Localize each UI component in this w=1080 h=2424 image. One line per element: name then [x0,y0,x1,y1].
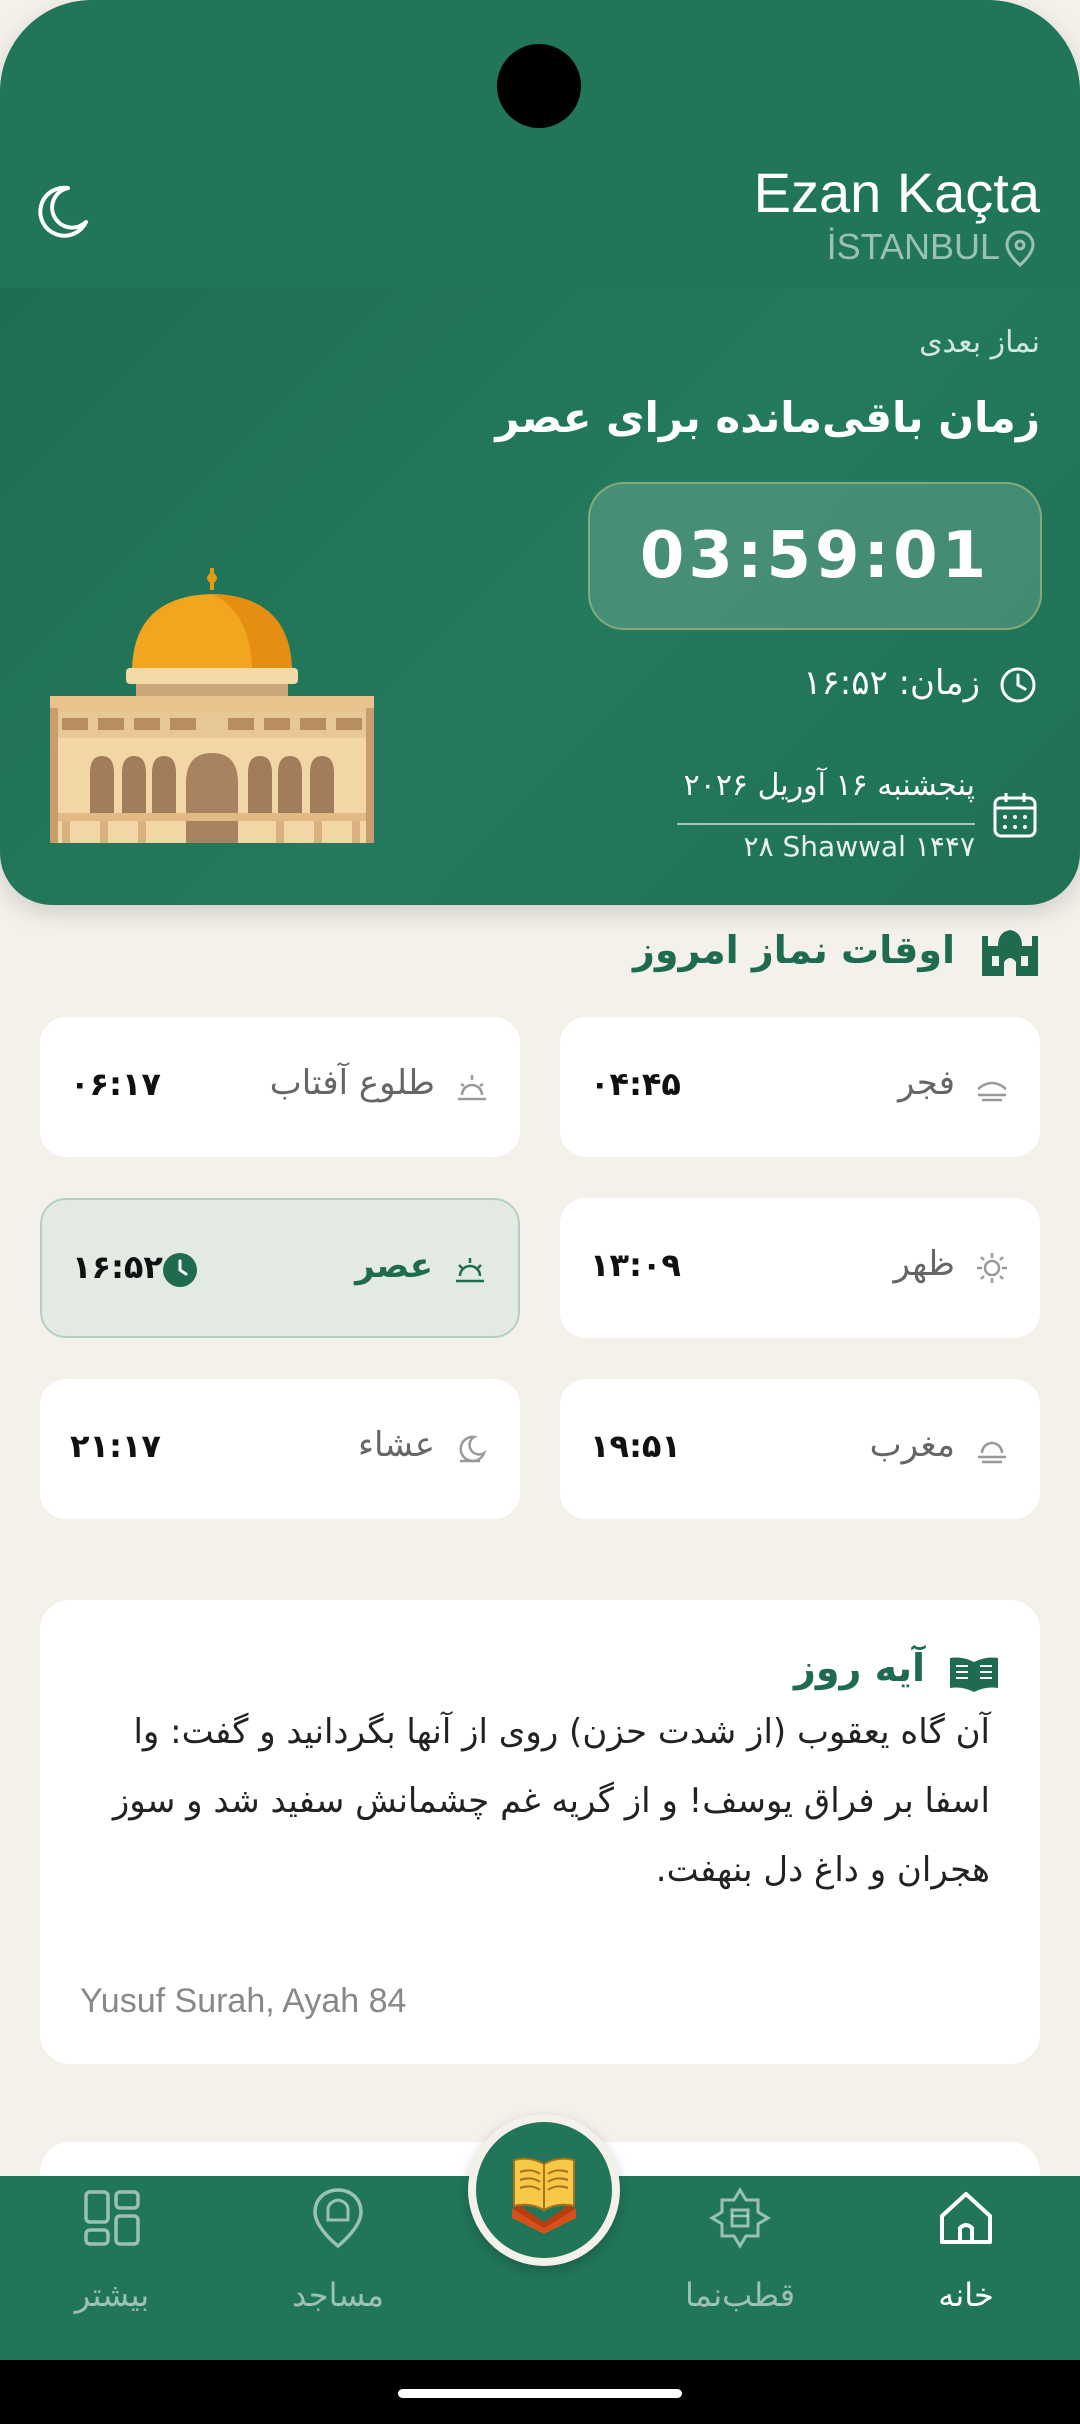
prayer-card-maghrib[interactable]: مغرب ۱۹:۵۱ [560,1379,1040,1519]
nav-label: مساجد [291,2276,384,2314]
quran-button[interactable] [468,2114,620,2266]
home-indicator[interactable] [398,2389,682,2398]
remaining-time-label: زمان باقی‌مانده برای عصر [495,393,1040,442]
nav-home[interactable]: خانه [866,2176,1066,2360]
hero-card: Ezan Kaçta İSTANBUL نماز بعدی زمان باقی‌… [0,0,1080,905]
prayer-time: ۰۶:۱۷ [70,1065,161,1103]
nav-label: قطب‌نما [684,2276,796,2314]
ayah-text: آن گاه یعقوب (از شدت حزن) روی از آنها بگ… [112,1712,990,1890]
mosque-pin-icon [313,2188,363,2249]
app-title: Ezan Kaçta [753,161,1040,224]
mosque-icon [982,930,1038,976]
prayer-card-sunrise[interactable]: طلوع آفتاب ۰۶:۱۷ [40,1017,520,1157]
prayer-name: ظهر [893,1244,956,1284]
gregorian-date: پنجشنبه ۱۶ آوریل ۲۰۲۶ [683,768,975,803]
prayer-time: ۱۳:۰۹ [590,1246,681,1284]
ayah-title: آیه روز [794,1646,925,1690]
sun-icon [977,1253,1007,1283]
dashboard-icon [84,2190,140,2246]
nav-more[interactable]: بیشتر [12,2176,212,2360]
moon-icon[interactable] [30,180,94,244]
nav-label: خانه [938,2276,994,2314]
countdown-timer: 03:59:01 [588,482,1042,630]
prayer-name: عشاء [358,1425,435,1465]
prayer-card-asr[interactable]: عصر ۱۶:۵۲ [40,1198,520,1338]
night-icon [459,1435,487,1463]
open-book-icon [950,1657,998,1692]
active-clock-icon [163,1253,197,1287]
clock-icon [1000,667,1036,703]
prayer-times-title: اوقات نماز امروز [632,928,955,972]
nav-qibla[interactable]: قطب‌نما [640,2176,840,2360]
prayer-name: مغرب [869,1425,955,1465]
city-name[interactable]: İSTANBUL [827,226,1000,268]
date-divider [677,823,975,825]
prayer-name: طلوع آفتاب [269,1063,435,1103]
prayer-time-text: زمان: ۱۶:۵۲ [803,663,980,703]
prayer-card-isha[interactable]: عشاء ۲۱:۱۷ [40,1379,520,1519]
next-prayer-label: نماز بعدی [919,325,1040,360]
location-pin-icon [1005,230,1035,267]
sunrise-icon [458,1075,486,1101]
dawn-icon [977,1081,1007,1102]
ayah-card[interactable]: آیه روز آن گاه یعقوب (از شدت حزن) روی از… [40,1600,1040,2064]
hijri-date: ۲۸ Shawwal ۱۴۴۷ [743,830,975,863]
nav-mosques[interactable]: مساجد [238,2176,438,2360]
mosque-illustration [50,568,374,843]
compass-icon [709,2187,771,2249]
home-icon [940,2192,992,2244]
calendar-icon [993,793,1037,838]
prayer-card-dhuhr[interactable]: ظهر ۱۳:۰۹ [560,1198,1040,1338]
camera-cutout [497,44,581,128]
prayer-time: ۰۴:۴۵ [590,1065,681,1103]
prayer-time: ۱۶:۵۲ [72,1248,163,1286]
prayer-card-fajr[interactable]: فجر ۰۴:۴۵ [560,1017,1040,1157]
ayah-reference: Yusuf Surah, Ayah 84 [80,1982,407,2020]
sunset-icon [978,1441,1006,1464]
afternoon-icon [456,1258,484,1283]
prayer-time: ۱۹:۵۱ [590,1427,681,1465]
quran-icon [512,2157,576,2234]
prayer-name: فجر [898,1063,955,1103]
nav-label: بیشتر [74,2276,150,2314]
prayer-name: عصر [355,1246,433,1286]
prayer-time: ۲۱:۱۷ [70,1427,161,1465]
